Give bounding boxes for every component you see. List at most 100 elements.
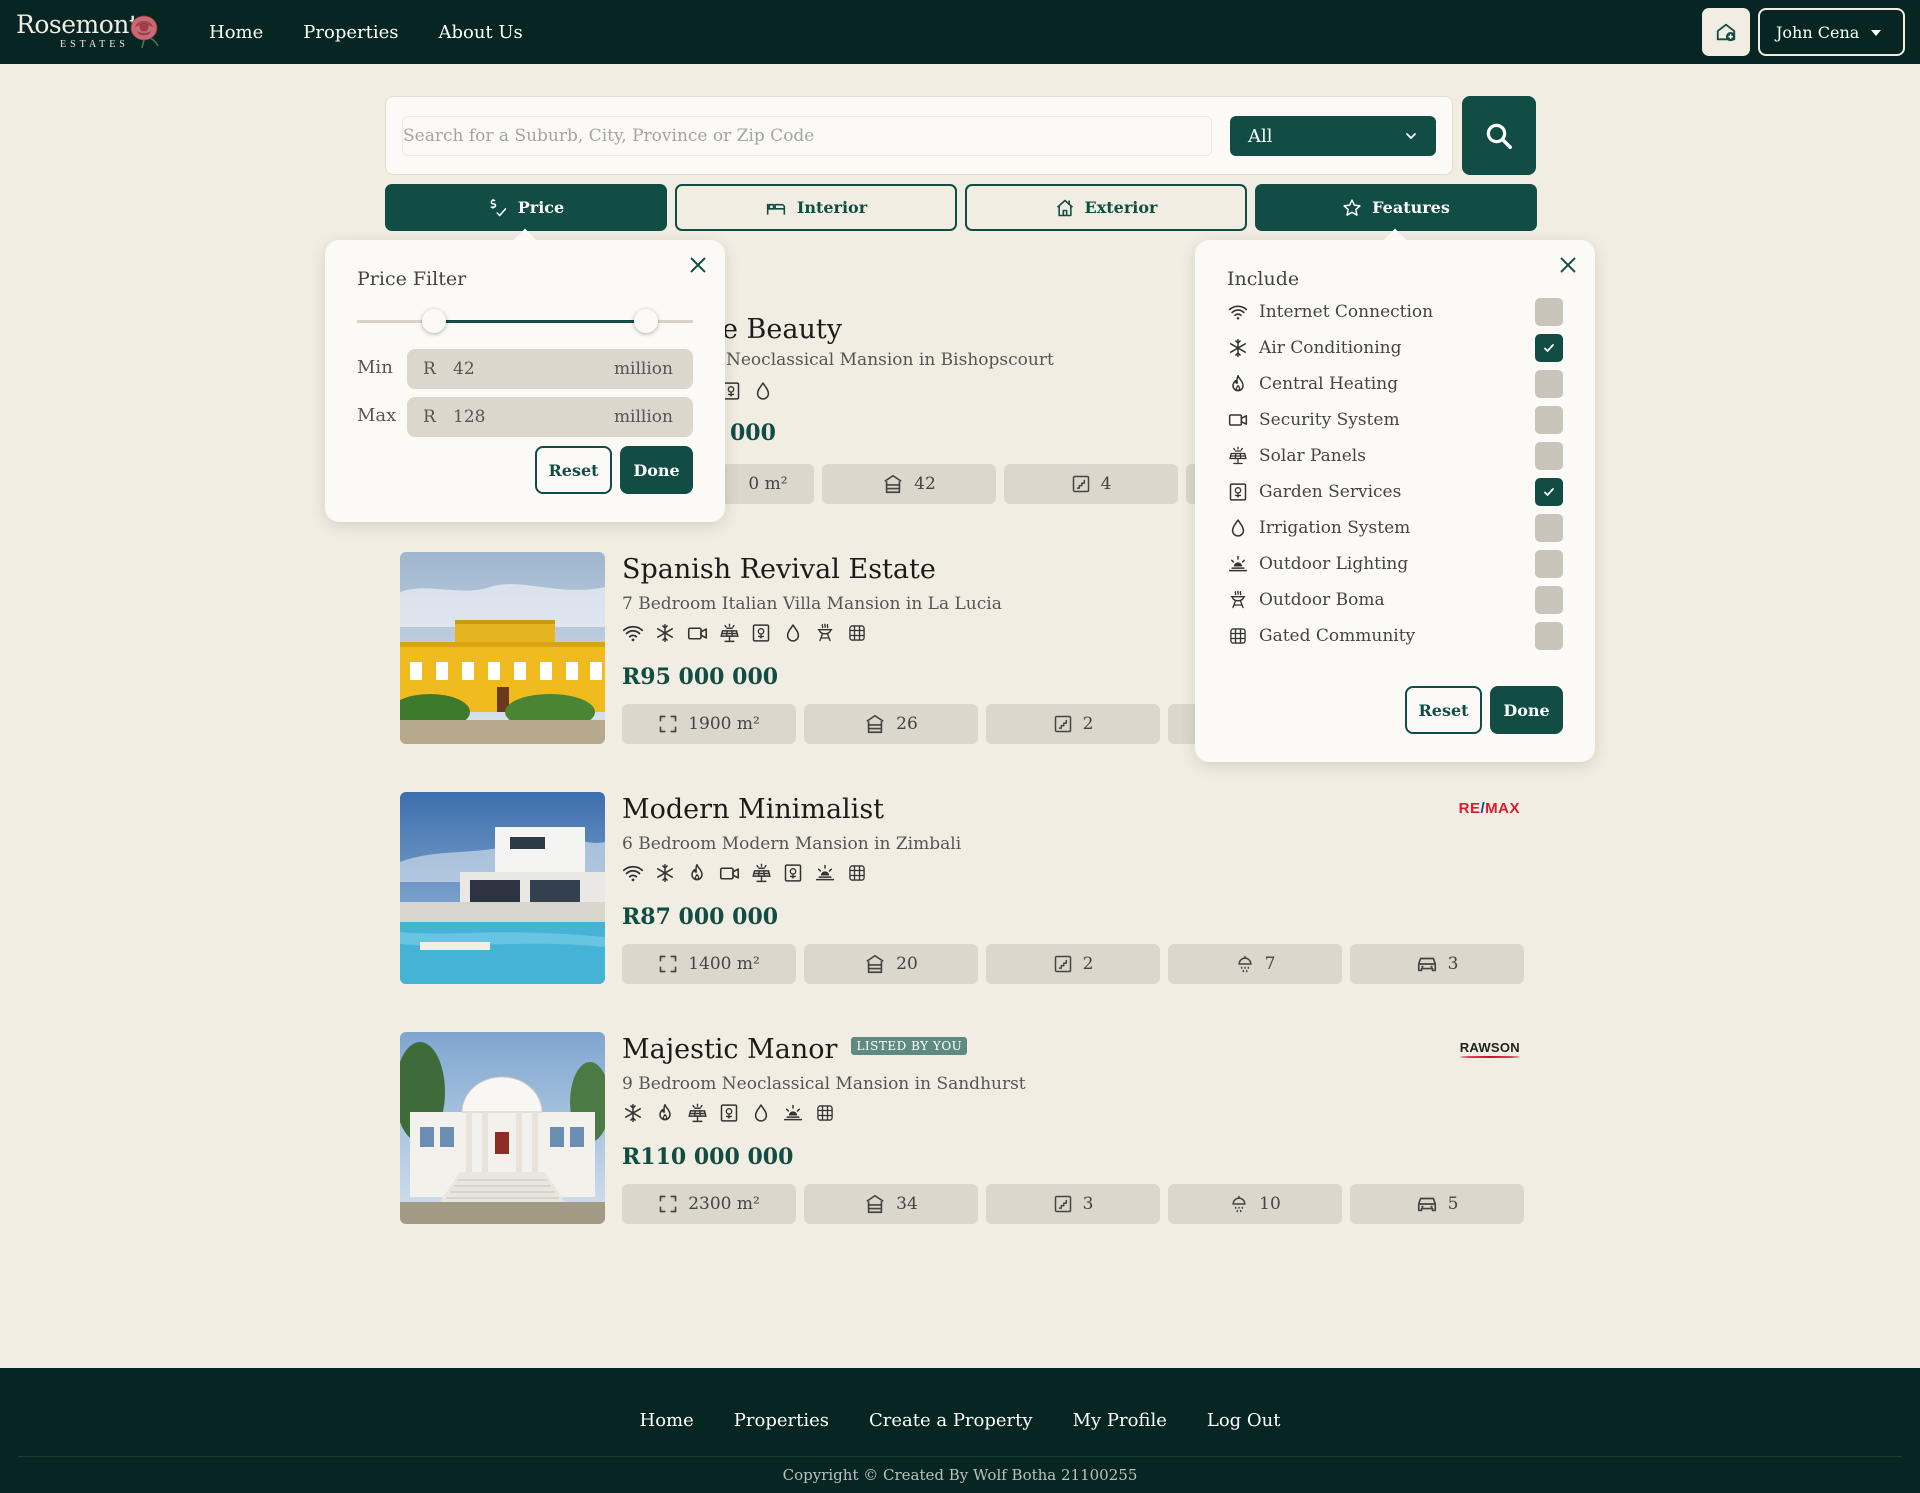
camera-icon: [1227, 409, 1249, 431]
search-button[interactable]: [1462, 96, 1536, 175]
close-icon[interactable]: [687, 254, 709, 276]
listing-features: [622, 862, 868, 884]
include-checkbox[interactable]: [1535, 586, 1563, 614]
user-name: John Cena: [1776, 22, 1860, 42]
price-max-handle[interactable]: [633, 309, 658, 333]
gate-icon: [1227, 625, 1249, 647]
search-icon: [1486, 123, 1512, 149]
include-checkbox[interactable]: [1535, 514, 1563, 542]
search-field[interactable]: [402, 116, 1212, 156]
listing-price: R87 000 000: [622, 904, 779, 930]
stairs-icon: [1071, 474, 1091, 494]
max-price-field[interactable]: R 128 million: [407, 397, 693, 437]
listing-title: Majestic Manor LISTED BY YOU: [622, 1034, 968, 1065]
include-checkbox[interactable]: [1535, 622, 1563, 650]
gate-icon: [846, 862, 868, 884]
tab-price[interactable]: Price: [385, 184, 667, 231]
price-filter-title: Price Filter: [357, 268, 467, 290]
listing-card[interactable]: Modern Minimalist RE/MAX 6 Bedroom Moder…: [400, 792, 1524, 984]
footer-my-profile[interactable]: My Profile: [1073, 1410, 1167, 1431]
rooms-icon: [864, 953, 886, 975]
features-reset-button[interactable]: Reset: [1405, 686, 1482, 734]
min-label: Min: [357, 357, 393, 378]
solar-icon: [1227, 445, 1249, 467]
stat-rooms-value: 26: [896, 714, 918, 734]
navbar: Rosemont ESTATES Home Properties About U…: [0, 0, 1920, 64]
price-min-handle[interactable]: [422, 309, 447, 333]
include-checkbox[interactable]: [1535, 478, 1563, 506]
min-price-field[interactable]: R 42 million: [407, 349, 693, 389]
user-menu-button[interactable]: John Cena: [1758, 8, 1905, 56]
tab-interior[interactable]: Interior: [675, 184, 957, 231]
garden-icon: [718, 1102, 740, 1124]
unit-label: million: [613, 407, 673, 427]
include-item[interactable]: Gated Community: [1227, 622, 1563, 650]
include-item-label: Irrigation System: [1259, 518, 1411, 538]
stat-garages: 5: [1350, 1184, 1524, 1224]
include-item-label: Air Conditioning: [1259, 338, 1402, 358]
listing-stats: 0 m² 42 4: [722, 464, 1226, 504]
check-icon: [1544, 488, 1554, 497]
droplet-icon: [750, 1102, 772, 1124]
include-checkbox[interactable]: [1535, 442, 1563, 470]
chevron-down-icon: [1406, 133, 1416, 140]
include-item[interactable]: Solar Panels: [1227, 442, 1563, 470]
create-property-button[interactable]: [1702, 8, 1750, 56]
rooms-icon: [882, 473, 904, 495]
include-checkbox[interactable]: [1535, 406, 1563, 434]
garden-icon: [782, 862, 804, 884]
include-item[interactable]: Internet Connection: [1227, 298, 1563, 326]
include-item[interactable]: Outdoor Lighting: [1227, 550, 1563, 578]
rooms-icon: [864, 1193, 886, 1215]
stat-rooms: 42: [822, 464, 996, 504]
camera-icon: [686, 622, 708, 644]
footer-home[interactable]: Home: [640, 1410, 694, 1431]
solar-icon: [718, 622, 740, 644]
include-checkbox[interactable]: [1535, 550, 1563, 578]
include-item[interactable]: Central Heating: [1227, 370, 1563, 398]
max-price-value: 128: [453, 407, 486, 427]
include-checkbox[interactable]: [1535, 298, 1563, 326]
nav-properties[interactable]: Properties: [303, 22, 398, 43]
price-reset-button[interactable]: Reset: [535, 446, 612, 494]
include-item[interactable]: Garden Services: [1227, 478, 1563, 506]
tab-exterior[interactable]: Exterior: [965, 184, 1247, 231]
listing-title: e Beauty: [722, 314, 842, 345]
include-checkbox[interactable]: [1535, 334, 1563, 362]
listing-photo[interactable]: [400, 552, 605, 744]
stat-showers: 7: [1168, 944, 1342, 984]
listing-stats: 1400 m² 20 2 7 3: [622, 944, 1524, 984]
stat-area: 1400 m²: [622, 944, 796, 984]
listing-photo[interactable]: [400, 792, 605, 984]
include-item-label: Outdoor Boma: [1259, 590, 1385, 610]
features-done-button[interactable]: Done: [1490, 686, 1563, 734]
max-label: Max: [357, 405, 397, 426]
stairs-icon: [1053, 954, 1073, 974]
nav-about-us[interactable]: About Us: [438, 22, 522, 43]
include-checkbox[interactable]: [1535, 370, 1563, 398]
price-done-button[interactable]: Done: [620, 446, 693, 494]
tab-features[interactable]: Features: [1255, 184, 1537, 231]
footer-properties[interactable]: Properties: [734, 1410, 829, 1431]
listing-card[interactable]: Majestic Manor LISTED BY YOU RAWSON 9 Bed…: [400, 1032, 1524, 1224]
snowflake-icon: [622, 1102, 644, 1124]
footer-log-out[interactable]: Log Out: [1207, 1410, 1281, 1431]
wifi-icon: [622, 622, 644, 644]
nav-home[interactable]: Home: [209, 22, 263, 43]
brand-logo[interactable]: Rosemont ESTATES: [16, 8, 166, 54]
include-item[interactable]: Irrigation System: [1227, 514, 1563, 542]
min-price-value: 42: [453, 359, 475, 379]
footer-create-property[interactable]: Create a Property: [869, 1410, 1033, 1431]
stat-area-value: 1400 m²: [688, 954, 760, 974]
include-item-label: Central Heating: [1259, 374, 1399, 394]
include-item[interactable]: Air Conditioning: [1227, 334, 1563, 362]
stat-baths: 2: [986, 704, 1160, 744]
include-item[interactable]: Security System: [1227, 406, 1563, 434]
stat-garages: 3: [1350, 944, 1524, 984]
listing-photo[interactable]: [400, 1032, 605, 1224]
property-type-select[interactable]: All: [1230, 116, 1436, 156]
search-input[interactable]: [403, 126, 1211, 146]
include-item[interactable]: Outdoor Boma: [1227, 586, 1563, 614]
close-icon[interactable]: [1557, 254, 1579, 276]
flame-icon: [686, 862, 708, 884]
